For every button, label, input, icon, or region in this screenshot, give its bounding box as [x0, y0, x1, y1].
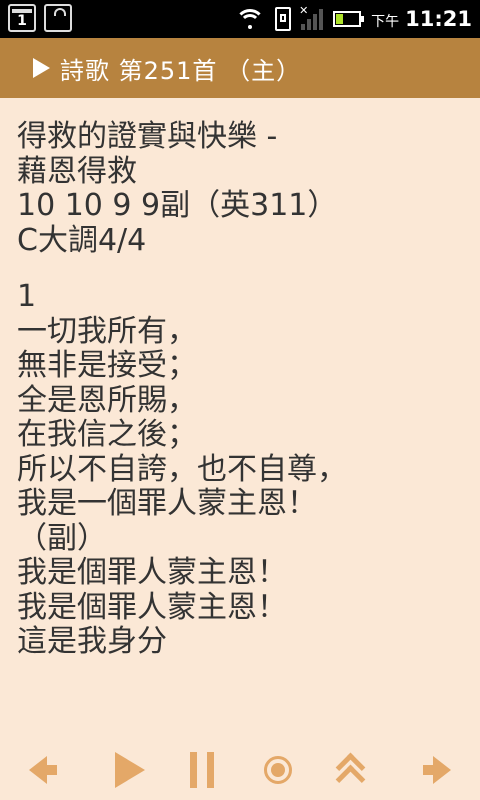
- lyric-line: 所以不自誇，也不自尊，: [17, 451, 347, 487]
- page-title: 詩歌 第251首 （主）: [60, 56, 302, 85]
- lyric-line: 在我信之後；: [17, 417, 197, 452]
- hymn-content[interactable]: 得救的證實與快樂 - 藉恩得救 10 10 9 9副（英311） C大調4/4 …: [17, 120, 467, 740]
- sim-icon: [275, 7, 292, 31]
- lyric-line: 我是一個罪人蒙主恩！: [17, 486, 317, 521]
- lyric-line: 無非是接受；: [17, 348, 197, 383]
- next-button[interactable]: [412, 740, 472, 800]
- lyric-line: 這是我身分: [17, 624, 167, 659]
- lyric-line: 一切我所有，: [17, 313, 197, 349]
- hymn-subtitle-line: 藉恩得救: [17, 153, 137, 189]
- status-bar: 1 ✕ 下午 11:21: [0, 0, 480, 38]
- playback-toolbar: [0, 740, 480, 800]
- clock: 下午 11:21: [371, 7, 472, 31]
- battery-icon: [333, 11, 365, 27]
- verse-number: 1: [17, 279, 37, 314]
- record-icon: [264, 756, 292, 784]
- hymn-verse: 1 一切我所有， 無非是接受； 全是恩所賜， 在我信之後； 所以不自誇，也不自尊…: [17, 279, 467, 660]
- signal-icon: ✕: [299, 4, 324, 30]
- lyric-line: 我是個罪人蒙主恩！: [17, 555, 287, 590]
- arrow-left-icon: [29, 756, 57, 784]
- clock-time: 11:21: [405, 7, 472, 31]
- play-icon: [115, 752, 145, 788]
- previous-button[interactable]: [8, 740, 68, 800]
- arrow-right-icon: [423, 756, 451, 784]
- hymn-title-line: 得救的證實與快樂 -: [17, 120, 278, 154]
- play-triangle-icon: [33, 58, 50, 78]
- pause-button[interactable]: [172, 740, 232, 800]
- title-bar: 詩歌 第251首 （主）: [0, 38, 480, 98]
- lyric-line: 全是恩所賜，: [17, 382, 197, 418]
- pause-icon: [190, 752, 214, 788]
- hymn-meter-line: 10 10 9 9副（英311）: [17, 188, 338, 223]
- system-icons: ✕ 下午 11:21: [235, 0, 472, 38]
- notification-icons: 1: [8, 4, 72, 32]
- lyric-line: 我是個罪人蒙主恩！: [17, 589, 287, 625]
- calendar-icon: 1: [8, 4, 36, 32]
- chorus-label: （副）: [17, 520, 107, 556]
- hymn-key-line: C大調4/4: [17, 222, 147, 258]
- hymn-header: 得救的證實與快樂 - 藉恩得救 10 10 9 9副（英311） C大調4/4: [17, 120, 467, 258]
- scroll-up-button[interactable]: [320, 740, 380, 800]
- double-chevron-up-icon: [335, 752, 366, 795]
- shopping-bag-icon: [44, 4, 72, 32]
- clock-ampm: 下午: [371, 14, 400, 30]
- calendar-day: 1: [17, 13, 27, 29]
- play-button[interactable]: [100, 740, 160, 800]
- record-button[interactable]: [248, 740, 308, 800]
- wifi-icon: [235, 7, 266, 31]
